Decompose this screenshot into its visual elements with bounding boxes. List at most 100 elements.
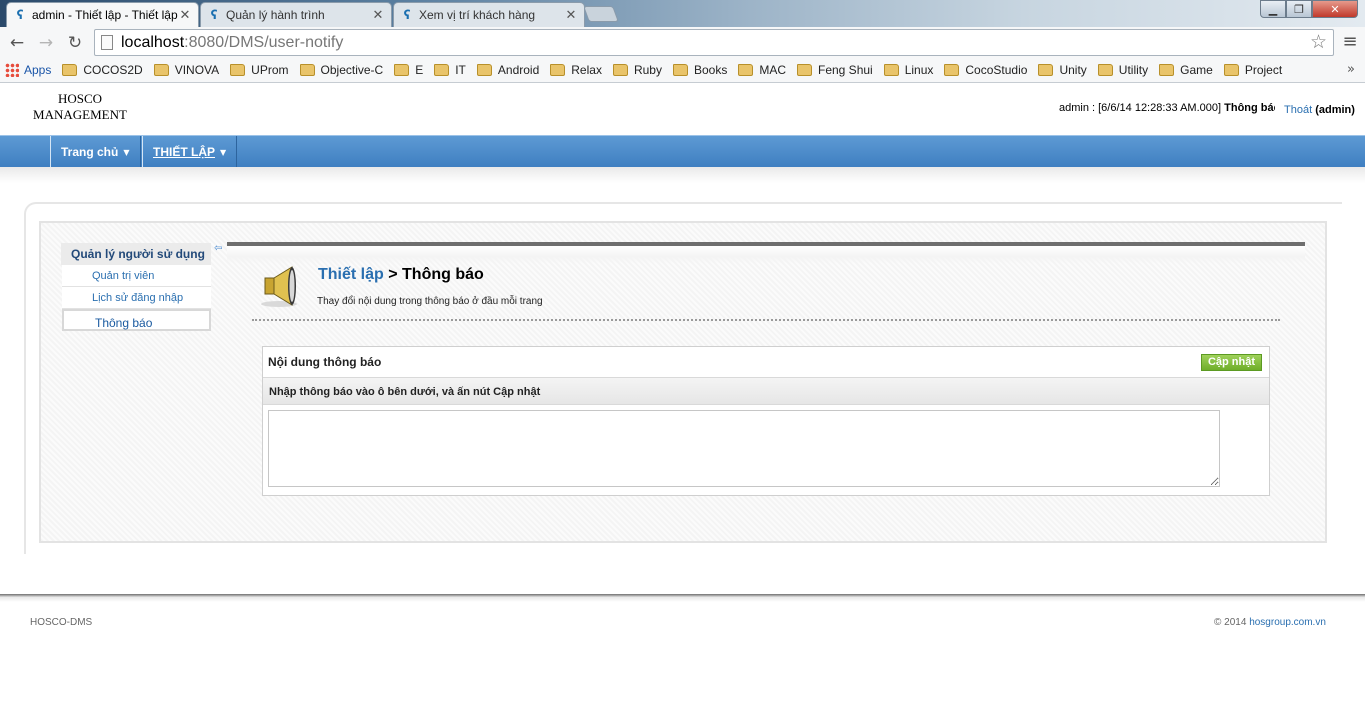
breadcrumb-settings-link[interactable]: Thiết lập (318, 266, 384, 283)
tab-route-management[interactable]: ʕ Quản lý hành trình ✕ (200, 2, 392, 27)
page-icon (101, 35, 113, 50)
bookmark-label: COCOS2D (83, 63, 143, 77)
bookmark-folder[interactable]: Unity (1038, 63, 1087, 77)
bookmark-folder[interactable]: VINOVA (153, 63, 220, 77)
footer-divider (0, 594, 1365, 602)
maximize-icon[interactable]: ❐ (1286, 0, 1312, 18)
notify-textarea[interactable] (268, 410, 1220, 487)
folder-icon (944, 64, 960, 76)
bookmark-folder[interactable]: Relax (550, 63, 602, 77)
sidebar-heading: Quản lý người sử dụng (61, 243, 211, 265)
footer-brand: HOSCO-DMS (30, 617, 93, 628)
bookmark-folder[interactable]: UProm (230, 63, 289, 77)
site-header: HOSCO MANAGEMENT admin : [6/6/14 12:28:3… (0, 84, 1365, 135)
bookmark-folder[interactable]: Project (1223, 63, 1283, 77)
folder-icon (299, 64, 315, 76)
panel-instruction: Nhập thông báo vào ô bên dưới, và ấn nút… (263, 377, 1269, 405)
page-subtitle: Thay đổi nội dung trong thông báo ở đầu … (317, 296, 543, 307)
bookmark-apps[interactable]: Apps (5, 63, 51, 77)
bookmark-label: Project (1244, 63, 1283, 77)
bookmark-label: Game (1180, 63, 1213, 77)
bookmark-folder[interactable]: E (394, 63, 423, 77)
bookmarks-bar: Apps COCOS2D VINOVA UProm Objective-C E … (0, 58, 1365, 83)
site-favicon-icon: ʕ (210, 8, 218, 22)
user-session-info: admin : [6/6/14 12:28:33 AM.000] (1059, 102, 1222, 114)
folder-icon (672, 64, 688, 76)
back-arrow-icon[interactable]: ← (6, 32, 28, 54)
browser-titlebar: ʕ admin - Thiết lập - Thiết lập ✕ ʕ Quản… (0, 0, 1365, 27)
logout-area: Thoát (admin) (1284, 104, 1355, 116)
folder-icon (230, 64, 246, 76)
notify-panel: Nội dung thông báo Cập nhật Nhập thông b… (262, 346, 1270, 496)
panel-title: Nội dung thông báo (263, 347, 1269, 377)
bookmark-label: Books (693, 63, 728, 77)
bookmark-label: Apps (24, 63, 52, 77)
tab-title: Quản lý hành trình (226, 8, 325, 22)
bookmark-folder[interactable]: Books (672, 63, 728, 77)
bookmark-folder[interactable]: Utility (1097, 63, 1149, 77)
logo-line-1: HOSCO (57, 91, 103, 106)
site-favicon-icon: ʕ (16, 8, 24, 22)
reload-icon[interactable]: ↻ (64, 32, 86, 54)
more-bookmarks-icon[interactable]: » (1347, 62, 1355, 77)
content-topbar (227, 242, 1305, 264)
forward-arrow-icon[interactable]: → (35, 32, 57, 54)
bookmark-folder[interactable]: Android (476, 63, 539, 77)
bookmark-label: Ruby (633, 63, 662, 77)
bookmark-folder[interactable]: Linux (883, 63, 933, 77)
tab-admin-settings[interactable]: ʕ admin - Thiết lập - Thiết lập ✕ (6, 2, 199, 27)
address-bar[interactable]: localhost:8080/DMS/user-notify ☆ (94, 29, 1334, 56)
site-logo[interactable]: HOSCO MANAGEMENT (30, 91, 130, 123)
breadcrumb-separator: > (388, 266, 398, 283)
close-icon[interactable]: ✕ (564, 8, 578, 23)
bookmark-label: CocoStudio (965, 63, 1028, 77)
browser-toolbar: ← → ↻ localhost:8080/DMS/user-notify ☆ ≡ (0, 27, 1365, 58)
window-close-icon[interactable]: ✕ (1312, 0, 1358, 18)
folder-icon (550, 64, 566, 76)
apps-grid-icon (5, 63, 19, 77)
copyright-text: © 2014 (1214, 617, 1247, 628)
bookmark-label: IT (455, 63, 466, 77)
caret-down-icon: ▼ (123, 147, 130, 157)
folder-icon (1097, 64, 1113, 76)
nav-home[interactable]: Trang chủ ▼ (50, 136, 141, 168)
logged-user: (admin) (1315, 104, 1355, 116)
new-tab-button[interactable] (583, 6, 619, 22)
bookmark-folder[interactable]: Ruby (612, 63, 662, 77)
minimize-icon[interactable]: ▁ (1260, 0, 1286, 18)
folder-icon (1159, 64, 1175, 76)
bookmark-star-icon[interactable]: ☆ (1310, 31, 1327, 53)
nav-settings[interactable]: THIẾT LẬP ▼ (142, 136, 238, 168)
nav-settings-label: THIẾT LẬP (153, 145, 215, 159)
bookmark-folder[interactable]: Feng Shui (797, 63, 873, 77)
collapse-sidebar-icon[interactable]: ⇦ (214, 243, 222, 254)
menu-icon[interactable]: ≡ (1341, 32, 1359, 52)
bookmark-folder[interactable]: MAC (738, 63, 786, 77)
close-icon[interactable]: ✕ (371, 8, 385, 23)
close-icon[interactable]: ✕ (178, 8, 192, 23)
bookmark-folder[interactable]: IT (434, 63, 466, 77)
speaker-icon (261, 266, 297, 307)
bookmark-label: Utility (1118, 63, 1149, 77)
sidebar-item-login-history[interactable]: Lịch sử đăng nhập (62, 287, 211, 309)
bookmark-folder[interactable]: Objective-C (299, 63, 383, 77)
folder-icon (434, 64, 450, 76)
footer-copyright: © 2014 hosgroup.com.vn (1214, 617, 1326, 628)
logout-link[interactable]: Thoát (1284, 104, 1312, 116)
footer-site-link[interactable]: hosgroup.com.vn (1249, 617, 1326, 628)
tab-customer-location[interactable]: ʕ Xem vị trí khách hàng ✕ (393, 2, 585, 27)
bookmark-folder[interactable]: Game (1159, 63, 1213, 77)
bookmark-folder[interactable]: COCOS2D (62, 63, 143, 77)
update-button[interactable]: Cập nhật (1201, 354, 1262, 371)
bookmark-folder[interactable]: CocoStudio (944, 63, 1027, 77)
bookmark-label: E (415, 63, 424, 77)
sidebar-item-notifications[interactable]: Thông báo (62, 309, 211, 331)
folder-icon (883, 64, 899, 76)
folder-icon (1038, 64, 1054, 76)
page-title-text: Thông báo (402, 266, 484, 283)
nav-home-label: Trang chủ (61, 145, 119, 159)
bookmark-label: VINOVA (174, 63, 220, 77)
sidebar-item-admins[interactable]: Quản trị viên (62, 265, 211, 287)
bookmark-label: Relax (571, 63, 602, 77)
folder-icon (476, 64, 492, 76)
